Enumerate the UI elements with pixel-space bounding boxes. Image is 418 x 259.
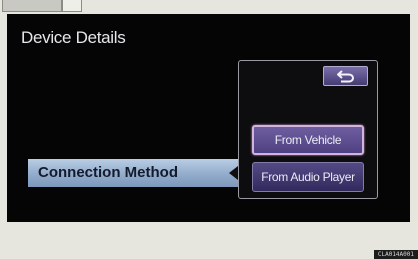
- from-audio-player-button[interactable]: From Audio Player: [252, 162, 364, 192]
- back-button[interactable]: [323, 66, 368, 86]
- corner-tab-marker: [0, 0, 82, 13]
- page-title: Device Details: [21, 28, 126, 47]
- from-vehicle-button[interactable]: From Vehicle: [252, 125, 364, 155]
- figure-code: CLA014A001: [373, 250, 418, 259]
- connection-method-row[interactable]: Connection Method: [28, 159, 246, 187]
- corner-tab-segment: [2, 0, 62, 12]
- return-arrow-icon: [336, 70, 354, 83]
- connection-method-popup: From Vehicle From Audio Player: [238, 60, 378, 199]
- corner-tab-segment: [62, 0, 82, 12]
- display-screen: Device Details Connection Method From Ve…: [7, 14, 410, 222]
- popup-pointer: [229, 166, 238, 180]
